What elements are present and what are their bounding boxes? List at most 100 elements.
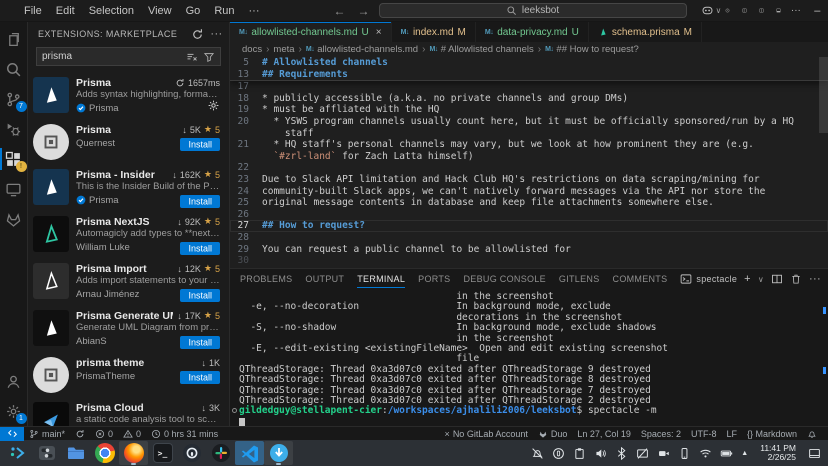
breadcrumb-item[interactable]: M↓allowlisted-channels.md <box>306 44 418 55</box>
refresh-icon[interactable] <box>191 28 204 41</box>
panel-tab-output[interactable]: OUTPUT <box>305 269 344 289</box>
install-button[interactable]: Install <box>180 138 220 151</box>
status-gitlab-account[interactable]: ×No GitLab Account <box>440 429 533 439</box>
copilot-menu[interactable]: ∨ <box>701 4 722 17</box>
status-indentation[interactable]: Spaces: 2 <box>636 429 686 439</box>
show-desktop-icon[interactable] <box>808 447 821 460</box>
customize-layout-icon[interactable] <box>738 4 751 17</box>
tab-data-privacy-md[interactable]: M↓data-privacy.mdU <box>476 22 589 42</box>
menu-run[interactable]: Run <box>207 5 241 17</box>
extension-item[interactable]: Prisma NextJS↓92K★5Automagicly add types… <box>28 211 229 258</box>
taskbar-slack[interactable] <box>206 441 235 465</box>
breadcrumb-item[interactable]: meta <box>273 44 294 55</box>
install-button[interactable]: Install <box>180 242 220 255</box>
status-notifications[interactable] <box>802 429 822 439</box>
filter-icon[interactable] <box>203 51 215 63</box>
status-time-tracker[interactable]: 0 hrs 31 mins <box>146 429 223 439</box>
extension-item[interactable]: Prisma - Insider↓162K★5This is the Insid… <box>28 164 229 211</box>
nav-back-button[interactable]: ← <box>331 4 349 18</box>
activity-item-remote-explorer[interactable] <box>0 174 28 204</box>
status-gitlab-duo[interactable]: Duo <box>533 429 573 439</box>
activity-item-gitlab-workflow[interactable] <box>0 204 28 234</box>
taskbar-vscode[interactable] <box>235 441 264 465</box>
bluetooth-icon[interactable] <box>615 447 628 460</box>
clipboard-icon[interactable] <box>573 447 586 460</box>
panel-tab-debug-console[interactable]: DEBUG CONSOLE <box>463 269 545 289</box>
extension-item[interactable]: Prisma Generate UML↓17K★5Generate UML Di… <box>28 305 229 352</box>
screen-record-icon[interactable] <box>657 447 670 460</box>
taskbar-system-settings[interactable] <box>32 441 61 465</box>
tab-schema-prisma[interactable]: schema.prismaM <box>589 22 702 42</box>
phone-icon[interactable] <box>678 447 691 460</box>
menu-file[interactable]: File <box>17 5 49 17</box>
extensions-search-input[interactable]: prisma <box>36 47 221 66</box>
status-encoding[interactable]: UTF-8 <box>686 429 722 439</box>
minimize-button[interactable]: – <box>806 5 828 17</box>
terminal-instance[interactable]: spectacle <box>680 273 737 285</box>
status-language-mode[interactable]: {} Markdown <box>742 429 802 439</box>
install-button[interactable]: Install <box>180 195 220 208</box>
views-more-icon[interactable]: ··· <box>210 28 223 41</box>
command-center-search[interactable]: leeksbot <box>379 3 687 18</box>
breadcrumb-item[interactable]: docs <box>242 44 262 55</box>
close-tab-icon[interactable]: × <box>376 27 382 38</box>
panel-tab-problems[interactable]: PROBLEMS <box>240 269 292 289</box>
status-errors[interactable]: 0 <box>90 429 118 439</box>
activity-item-explorer[interactable] <box>0 24 28 54</box>
wifi-icon[interactable] <box>699 447 712 460</box>
activity-item-source-control[interactable]: 7 <box>0 84 28 114</box>
history-icon[interactable] <box>721 4 734 17</box>
taskbar-clock[interactable]: 11:41 PM2/26/25 <box>760 444 796 462</box>
taskbar-discover[interactable] <box>264 441 293 465</box>
panel-tab-comments[interactable]: COMMENTS <box>613 269 668 289</box>
menu-moremoremore[interactable]: ··· <box>242 5 267 17</box>
status-cursor-position[interactable]: Ln 27, Col 19 <box>572 429 636 439</box>
1password-tray-icon[interactable] <box>552 447 565 460</box>
breadcrumb-item[interactable]: M↓## How to request? <box>545 44 639 55</box>
install-button[interactable]: Install <box>180 336 220 349</box>
status-branch[interactable]: main* <box>24 429 70 439</box>
menu-go[interactable]: Go <box>179 5 208 17</box>
toggle-panel-icon[interactable] <box>772 4 785 17</box>
terminal[interactable]: in the screenshot -e, --no-decoration In… <box>230 289 828 426</box>
breadcrumb-item[interactable]: M↓# Allowlisted channels <box>429 44 533 55</box>
install-button[interactable]: Install <box>180 371 220 384</box>
status-sync[interactable] <box>70 429 90 439</box>
menu-edit[interactable]: Edit <box>49 5 82 17</box>
tab-allowlisted-channels-md[interactable]: M↓allowlisted-channels.mdU× <box>230 22 392 42</box>
status-warnings[interactable]: 0 <box>118 429 146 439</box>
panel-more-icon[interactable]: ··· <box>809 273 821 285</box>
kill-terminal-icon[interactable] <box>790 273 802 285</box>
taskbar-terminal-app[interactable]: >_ <box>148 441 177 465</box>
taskbar-chrome[interactable] <box>90 441 119 465</box>
activity-item-search[interactable] <box>0 54 28 84</box>
status-eol[interactable]: LF <box>721 429 742 439</box>
split-terminal-icon[interactable] <box>771 273 783 285</box>
activity-item-accounts[interactable] <box>0 366 28 396</box>
tab-index-md[interactable]: M↓index.mdM <box>392 22 476 42</box>
status-remote-indicator[interactable] <box>0 427 24 441</box>
clear-search-icon[interactable] <box>186 51 198 63</box>
volume-icon[interactable] <box>594 447 607 460</box>
extension-item[interactable]: Prisma Import↓12K★5Adds import statement… <box>28 258 229 305</box>
taskbar-firefox[interactable] <box>119 441 148 465</box>
tray-expand-icon[interactable]: ▲ <box>741 450 748 457</box>
extension-item[interactable]: Prisma Cloud↓3Ka static code analysis to… <box>28 397 229 426</box>
editor[interactable]: 5# Allowlisted channels13## Requirements… <box>230 57 828 268</box>
install-button[interactable]: Install <box>180 289 220 302</box>
nav-forward-button[interactable]: → <box>355 4 373 18</box>
terminal-dropdown-icon[interactable]: ∨ <box>758 275 764 284</box>
activity-item-extensions[interactable]: ! <box>0 144 28 174</box>
extension-item[interactable]: prisma theme↓1KPrismaThemeInstall <box>28 352 229 397</box>
split-editor-icon[interactable] <box>755 4 768 17</box>
menu-selection[interactable]: Selection <box>82 5 141 17</box>
panel-tab-terminal[interactable]: TERMINAL <box>357 269 405 289</box>
taskbar-1password[interactable] <box>177 441 206 465</box>
battery-icon[interactable] <box>720 447 733 460</box>
panel-tab-ports[interactable]: PORTS <box>418 269 450 289</box>
menu-view[interactable]: View <box>141 5 179 17</box>
extension-item[interactable]: Prisma↓5K★5QuernestInstall <box>28 119 229 164</box>
taskbar-app-launcher[interactable] <box>3 441 32 465</box>
taskbar-file-manager[interactable] <box>61 441 90 465</box>
panel-tab-gitlens[interactable]: GITLENS <box>559 269 600 289</box>
